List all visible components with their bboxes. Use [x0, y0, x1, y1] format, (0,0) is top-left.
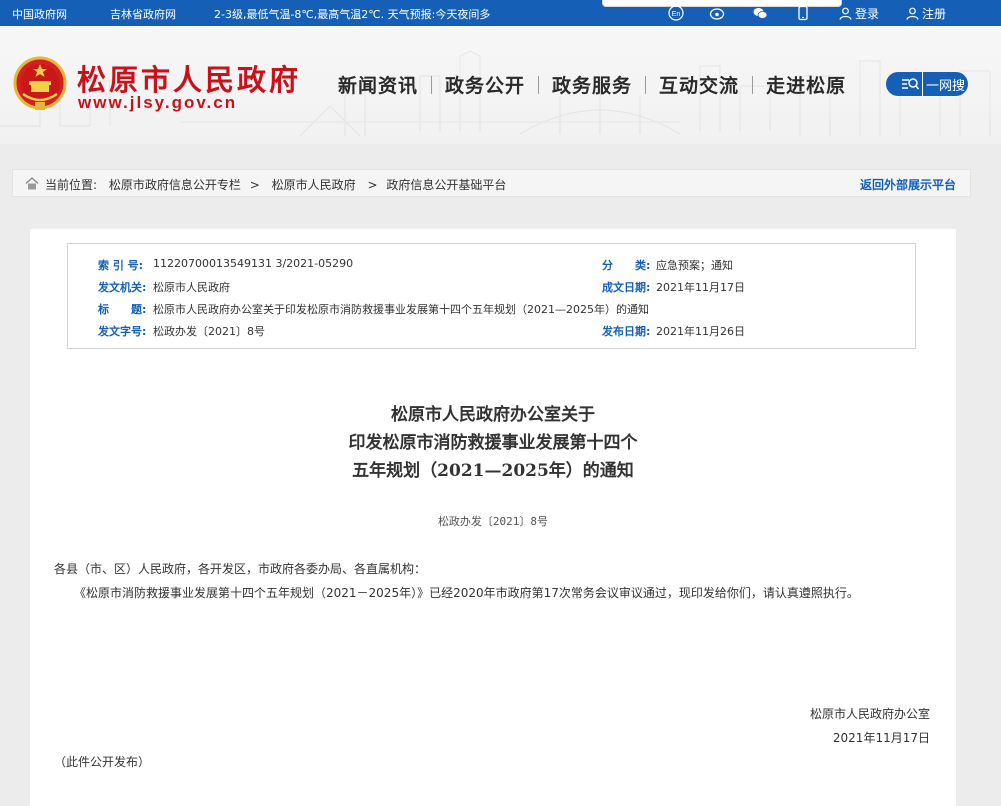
register-link[interactable]: 注册 [906, 5, 946, 22]
national-emblem-icon [13, 56, 67, 110]
document-title: 松原市人民政府办公室关于 印发松原市消防救援事业发展第十四个 五年规划（2021… [30, 401, 956, 485]
search-label: 一网搜 [926, 78, 966, 94]
site-header: 松原市人民政府 www.jlsy.gov.cn 新闻资讯 政务公开 政务服务 互… [0, 26, 1001, 144]
main-nav: 新闻资讯 政务公开 政务服务 互动交流 走进松原 [338, 71, 846, 98]
back-to-external-link[interactable]: 返回外部展示平台 [860, 176, 956, 193]
meta-issuer-value: 松原市人民政府 [153, 281, 230, 294]
meta-index-value: 11220700013549131 3/2021-05290 [153, 257, 354, 270]
document-number: 松政办发〔2021〕8号 [437, 515, 549, 528]
nav-separator [645, 75, 647, 94]
nav-gov-services[interactable]: 政务服务 [552, 71, 632, 98]
document-metadata-box: 索 引 号: 11220700013549131 3/2021-05290 分 … [67, 243, 916, 349]
link-jilin-gov[interactable]: 吉林省政府网 [110, 6, 176, 22]
breadcrumb-prefix: 当前位置: [45, 178, 98, 192]
nav-news[interactable]: 新闻资讯 [338, 71, 418, 98]
document-title-line-1: 松原市人民政府办公室关于 [391, 405, 595, 425]
register-label: 注册 [922, 7, 947, 21]
weibo-icon[interactable] [709, 5, 725, 21]
link-china-gov[interactable]: 中国政府网 [12, 6, 67, 22]
svg-text:En: En [672, 11, 681, 18]
breadcrumb-separator: > [367, 178, 378, 192]
breadcrumb-item-city-gov[interactable]: 松原市人民政府 [272, 178, 356, 192]
meta-title-value: 松原市人民政府办公室关于印发松原市消防救援事业发展第十四个五年规划（2021—2… [153, 303, 649, 316]
publication-note: （此件公开发布） [54, 755, 151, 769]
weather-ticker: 2-3级,最低气温-8℃,最高气温2℃. 天气预报:今天夜间多 [214, 8, 491, 21]
meta-date-made-label: 成文日期: [602, 281, 651, 294]
signature-date: 2021年11月17日 [832, 731, 930, 745]
login-label: 登录 [855, 7, 880, 21]
meta-index-label: 索 引 号: [98, 259, 144, 272]
nav-about-songyuan[interactable]: 走进松原 [766, 71, 846, 98]
nav-separator [538, 75, 540, 94]
meta-date-made-value: 2021年11月17日 [656, 281, 745, 294]
meta-title-label: 标 题: [98, 303, 147, 316]
document-title-line-2: 印发松原市消防救援事业发展第十四个 [348, 433, 638, 453]
meta-pub-date-label: 发布日期: [602, 325, 651, 338]
breadcrumb: 当前位置: 松原市政府信息公开专栏 > 松原市人民政府 > 政府信息公开基础平台… [12, 169, 971, 197]
login-link[interactable]: 登录 [839, 5, 879, 22]
meta-docno-label: 发文字号: [98, 325, 147, 338]
site-url: www.jlsy.gov.cn [78, 93, 238, 112]
meta-category-label: 分 类: [602, 259, 651, 272]
search-icon [898, 72, 922, 96]
breadcrumb-trail: 当前位置: 松原市政府信息公开专栏 > 松原市人民政府 > 政府信息公开基础平台 [45, 176, 508, 193]
user-icon [839, 7, 852, 20]
user-register-icon [906, 7, 919, 20]
breadcrumb-item-info-column[interactable]: 松原市政府信息公开专栏 [109, 178, 241, 192]
document-title-line-3: 五年规划（2021—2025年）的通知 [352, 461, 634, 481]
meta-issuer-label: 发文机关: [98, 281, 147, 294]
mobile-icon[interactable] [795, 5, 811, 21]
meta-pub-date-value: 2021年11月26日 [656, 325, 745, 338]
nav-separator [431, 75, 433, 94]
nav-gov-affairs-open[interactable]: 政务公开 [445, 71, 525, 98]
content-panel: 索 引 号: 11220700013549131 3/2021-05290 分 … [30, 229, 956, 806]
home-icon [25, 177, 39, 190]
english-icon[interactable]: En [668, 5, 684, 21]
meta-category-value: 应急预案；通知 [656, 259, 733, 272]
breadcrumb-separator: > [249, 178, 260, 192]
meta-docno-value: 松政办发〔2021〕8号 [153, 325, 265, 338]
document-body: 《松原市消防救援事业发展第十四个五年规划（2021－2025年）》已经2020年… [74, 586, 859, 600]
nav-separator [752, 75, 754, 94]
search-divider [922, 72, 923, 96]
top-utility-bar: 中国政府网 吉林省政府网 2-3级,最低气温-8℃,最高气温2℃. 天气预报:今… [0, 0, 1001, 26]
breadcrumb-item-platform[interactable]: 政府信息公开基础平台 [386, 178, 506, 192]
signature-org: 松原市人民政府办公室 [809, 707, 930, 721]
document-salutation: 各县（市、区）人民政府，各开发区，市政府各委办局、各直属机构： [54, 562, 427, 576]
wechat-icon[interactable] [752, 5, 768, 21]
nav-interaction[interactable]: 互动交流 [659, 71, 739, 98]
unified-search-button[interactable]: 一网搜 [886, 72, 968, 96]
